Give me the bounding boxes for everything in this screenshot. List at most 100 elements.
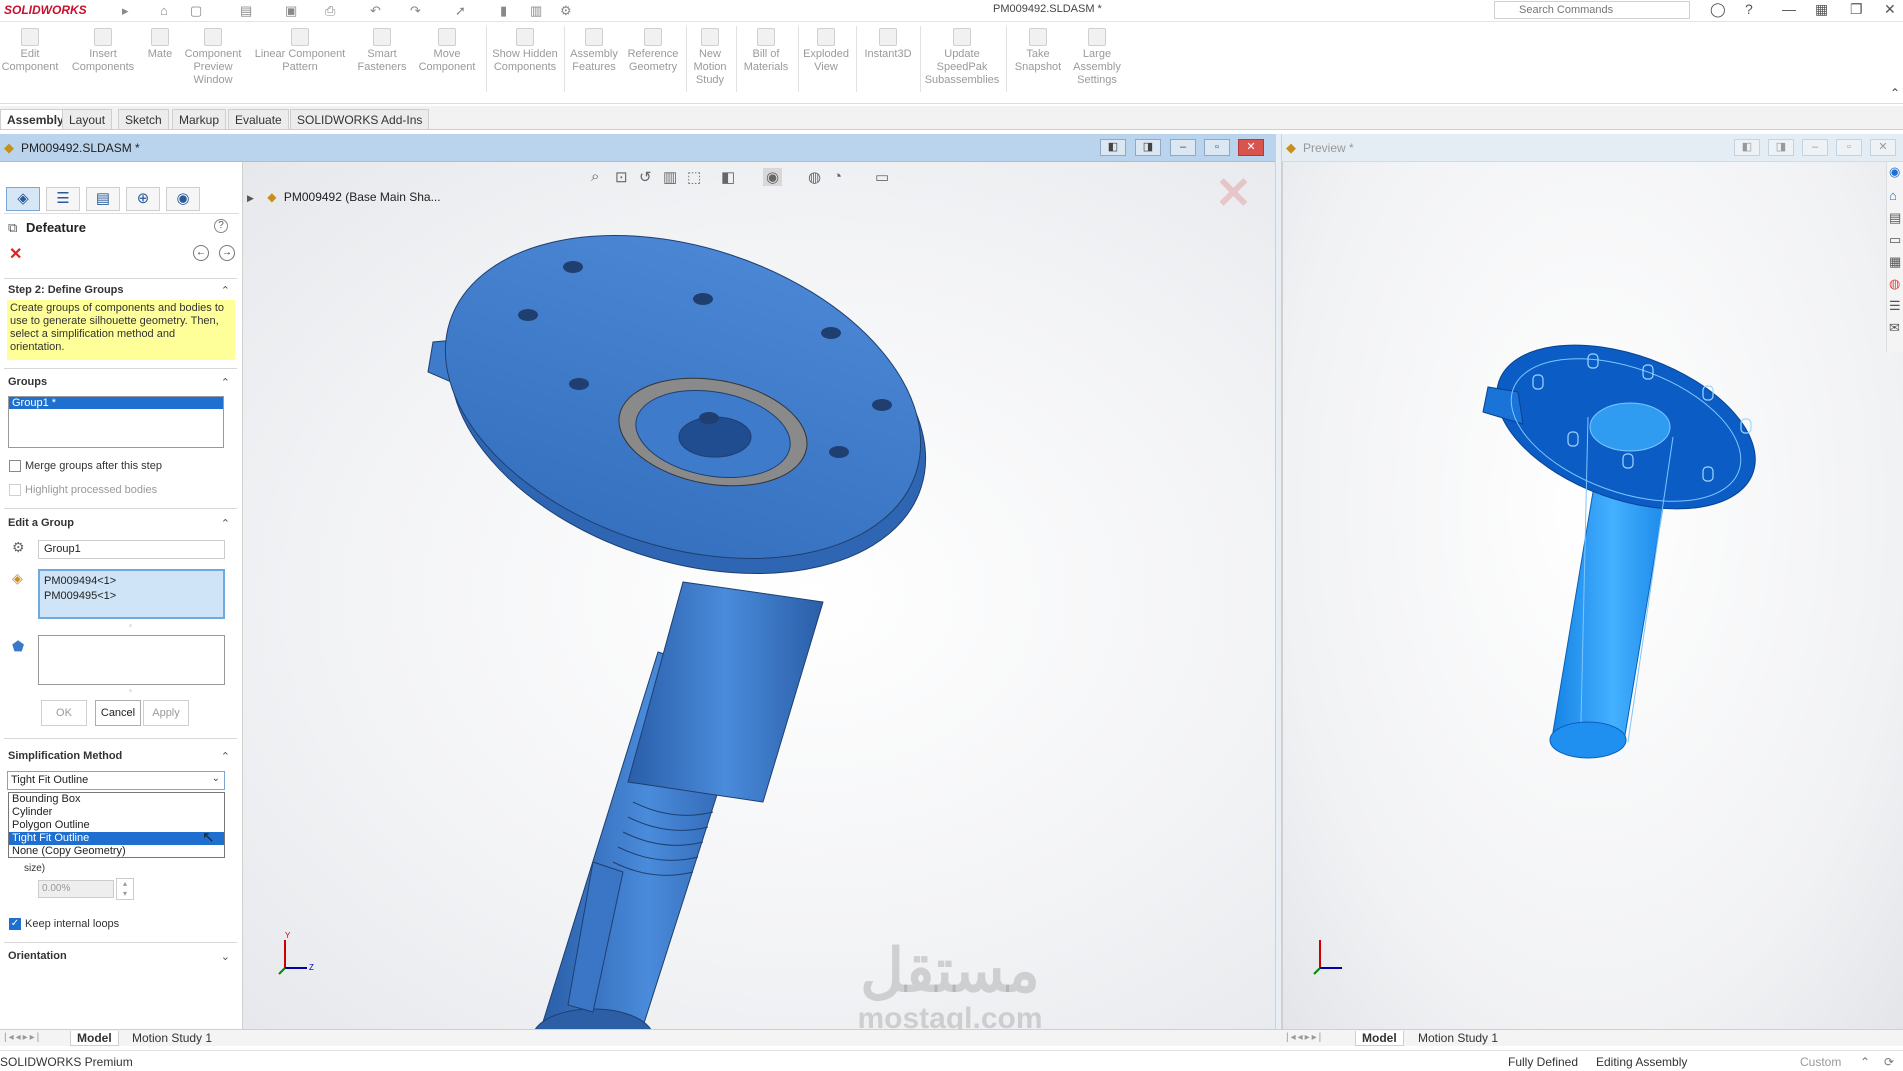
tab-sketch[interactable]: Sketch bbox=[118, 109, 169, 129]
insert-components-button[interactable]: Insert Components bbox=[68, 28, 138, 74]
rebuild-status-icon[interactable]: ⟳ bbox=[1884, 1055, 1894, 1069]
components-selection-box[interactable]: PM009494<1> PM009495<1> bbox=[38, 569, 225, 619]
preview-tile-left-icon[interactable]: ◧ bbox=[1734, 139, 1760, 156]
display-manager-icon[interactable]: ◉ bbox=[166, 187, 200, 211]
resize-handle[interactable]: ◦ bbox=[129, 621, 132, 630]
spin-arrows-icon[interactable]: ▴ ▾ bbox=[116, 878, 134, 900]
preview-minimize-icon[interactable]: – bbox=[1802, 139, 1828, 156]
option-tight-fit-outline[interactable]: Tight Fit Outline bbox=[9, 832, 224, 845]
exploded-view-button[interactable]: Exploded View bbox=[800, 28, 852, 74]
option-polygon-outline[interactable]: Polygon Outline bbox=[9, 819, 224, 832]
user-icon[interactable]: ◯ bbox=[1710, 1, 1726, 18]
component-preview-window-button[interactable]: Component Preview Window bbox=[180, 28, 246, 87]
tab-addins[interactable]: SOLIDWORKS Add-Ins bbox=[290, 109, 430, 129]
chevron-up-icon[interactable]: ⌃ bbox=[221, 517, 230, 530]
tab-scroll-arrows-icon[interactable]: |◂◂▸▸| bbox=[4, 1032, 41, 1043]
ok-button[interactable]: OK bbox=[41, 700, 87, 726]
simplification-method-select[interactable]: Tight Fit Outline ⌄ bbox=[7, 771, 225, 790]
home-icon[interactable]: ⌂ bbox=[160, 3, 168, 18]
collapse-ribbon-icon[interactable]: ⌃ bbox=[1890, 86, 1900, 100]
preview-close-icon[interactable]: ✕ bbox=[1870, 139, 1896, 156]
chevron-down-icon[interactable]: ⌄ bbox=[221, 950, 230, 963]
rebuild-icon[interactable]: ▮ bbox=[500, 3, 507, 19]
cancel-button[interactable]: Cancel bbox=[95, 700, 141, 726]
resources-icon[interactable]: ◉ bbox=[1889, 164, 1900, 180]
expand-menu-icon[interactable]: ▸ bbox=[122, 3, 129, 19]
redo-icon[interactable]: ↷ bbox=[410, 3, 421, 19]
linear-component-pattern-button[interactable]: Linear Component Pattern bbox=[250, 28, 350, 74]
chevron-up-icon[interactable]: ⌃ bbox=[221, 750, 230, 763]
instant3d-button[interactable]: Instant3D bbox=[860, 28, 916, 61]
select-icon[interactable]: ➚ bbox=[455, 3, 466, 19]
doc-close-icon[interactable]: ✕ bbox=[1238, 139, 1264, 156]
preview-tab-motion-study[interactable]: Motion Study 1 bbox=[1412, 1031, 1504, 1045]
new-file-icon[interactable]: ▢ bbox=[190, 3, 202, 19]
file-explorer-icon[interactable]: ▭ bbox=[1889, 232, 1901, 248]
open-file-icon[interactable]: ▤ bbox=[240, 3, 252, 19]
restore-icon[interactable]: ❐ bbox=[1850, 1, 1863, 18]
tab-markup[interactable]: Markup bbox=[172, 109, 227, 129]
keep-internal-loops-checkbox[interactable]: ✓ bbox=[9, 918, 21, 930]
mate-button[interactable]: Mate bbox=[142, 28, 178, 61]
print-icon[interactable]: ⎙ bbox=[325, 3, 335, 19]
home-pane-icon[interactable]: ⌂ bbox=[1889, 188, 1897, 203]
tab-motion-study[interactable]: Motion Study 1 bbox=[126, 1031, 218, 1045]
appearances-icon[interactable]: ◍ bbox=[1889, 276, 1900, 292]
take-snapshot-button[interactable]: Take Snapshot bbox=[1010, 28, 1066, 74]
resize-handle[interactable]: ◦ bbox=[129, 686, 132, 695]
cancel-x-icon[interactable]: ✕ bbox=[9, 244, 22, 264]
option-cylinder[interactable]: Cylinder bbox=[9, 806, 224, 819]
property-manager-icon[interactable]: ☰ bbox=[46, 187, 80, 211]
configuration-manager-icon[interactable]: ▤ bbox=[86, 187, 120, 211]
merge-groups-checkbox[interactable] bbox=[9, 460, 21, 472]
graphics-area[interactable]: ▶ ◆ PM009492 (Base Main Sha... ⌕ ⊡ ↺ ▥ ⬚… bbox=[243, 162, 1275, 1029]
list-item[interactable]: PM009494<1> bbox=[44, 573, 219, 589]
bill-of-materials-button[interactable]: Bill of Materials bbox=[738, 28, 794, 74]
edit-component-button[interactable]: Edit Component bbox=[0, 28, 60, 74]
move-component-button[interactable]: Move Component bbox=[414, 28, 480, 74]
save-icon[interactable]: ▣ bbox=[285, 3, 297, 19]
apply-button[interactable]: Apply bbox=[143, 700, 189, 726]
bodies-selection-box[interactable] bbox=[38, 635, 225, 685]
large-assembly-settings-button[interactable]: Large Assembly Settings bbox=[1068, 28, 1126, 87]
next-arrow-icon[interactable]: → bbox=[219, 245, 235, 261]
tab-model[interactable]: Model bbox=[70, 1031, 119, 1046]
unit-system[interactable]: Custom bbox=[1800, 1055, 1841, 1069]
percent-spin-field[interactable]: 0.00% bbox=[38, 880, 114, 898]
option-bounding-box[interactable]: Bounding Box bbox=[9, 793, 224, 806]
options-gear-icon[interactable]: ⚙ bbox=[560, 3, 572, 19]
viewport-splitter[interactable] bbox=[1275, 134, 1282, 1045]
help-icon[interactable]: ? bbox=[214, 219, 228, 233]
preview-tab-model[interactable]: Model bbox=[1355, 1031, 1404, 1046]
smart-fasteners-button[interactable]: Smart Fasteners bbox=[354, 28, 410, 74]
design-library-icon[interactable]: ▤ bbox=[1889, 210, 1901, 226]
preview-maximize-icon[interactable]: ▫ bbox=[1836, 139, 1862, 156]
part-model-render[interactable] bbox=[243, 162, 1275, 1029]
unit-menu-icon[interactable]: ⌃ bbox=[1860, 1055, 1870, 1069]
show-hidden-components-button[interactable]: Show Hidden Components bbox=[490, 28, 560, 74]
view-palette-icon[interactable]: ▦ bbox=[1889, 254, 1901, 270]
dimxpert-icon[interactable]: ⊕ bbox=[126, 187, 160, 211]
option-none-copy-geometry[interactable]: None (Copy Geometry) bbox=[9, 845, 224, 858]
help-icon[interactable]: ? bbox=[1745, 1, 1753, 17]
back-arrow-icon[interactable]: ← bbox=[193, 245, 209, 261]
assembly-features-button[interactable]: Assembly Features bbox=[566, 28, 622, 74]
highlight-bodies-checkbox[interactable] bbox=[9, 484, 21, 496]
tab-layout[interactable]: Layout bbox=[62, 109, 113, 129]
new-motion-study-button[interactable]: New Motion Study bbox=[688, 28, 732, 87]
groups-list[interactable]: Group1 * bbox=[8, 396, 224, 448]
tile-left-icon[interactable]: ◧ bbox=[1100, 139, 1126, 156]
list-item[interactable]: Group1 * bbox=[9, 397, 223, 409]
preview-tile-right-icon[interactable]: ◨ bbox=[1768, 139, 1794, 156]
tab-evaluate[interactable]: Evaluate bbox=[228, 109, 289, 129]
group-name-field[interactable]: Group1 bbox=[38, 540, 225, 559]
minimize-icon[interactable]: — bbox=[1782, 1, 1796, 17]
chevron-up-icon[interactable]: ⌃ bbox=[221, 284, 230, 297]
solidworks-logo[interactable]: SOLIDWORKS bbox=[4, 3, 87, 17]
feature-manager-icon[interactable]: ◈ bbox=[6, 187, 40, 211]
list-item[interactable]: PM009495<1> bbox=[44, 589, 219, 603]
file-properties-icon[interactable]: ▥ bbox=[530, 3, 542, 19]
preview-tab-scroll-arrows-icon[interactable]: |◂◂▸▸| bbox=[1286, 1032, 1323, 1043]
doc-minimize-icon[interactable]: – bbox=[1170, 139, 1196, 156]
reference-geometry-button[interactable]: Reference Geometry bbox=[624, 28, 682, 74]
